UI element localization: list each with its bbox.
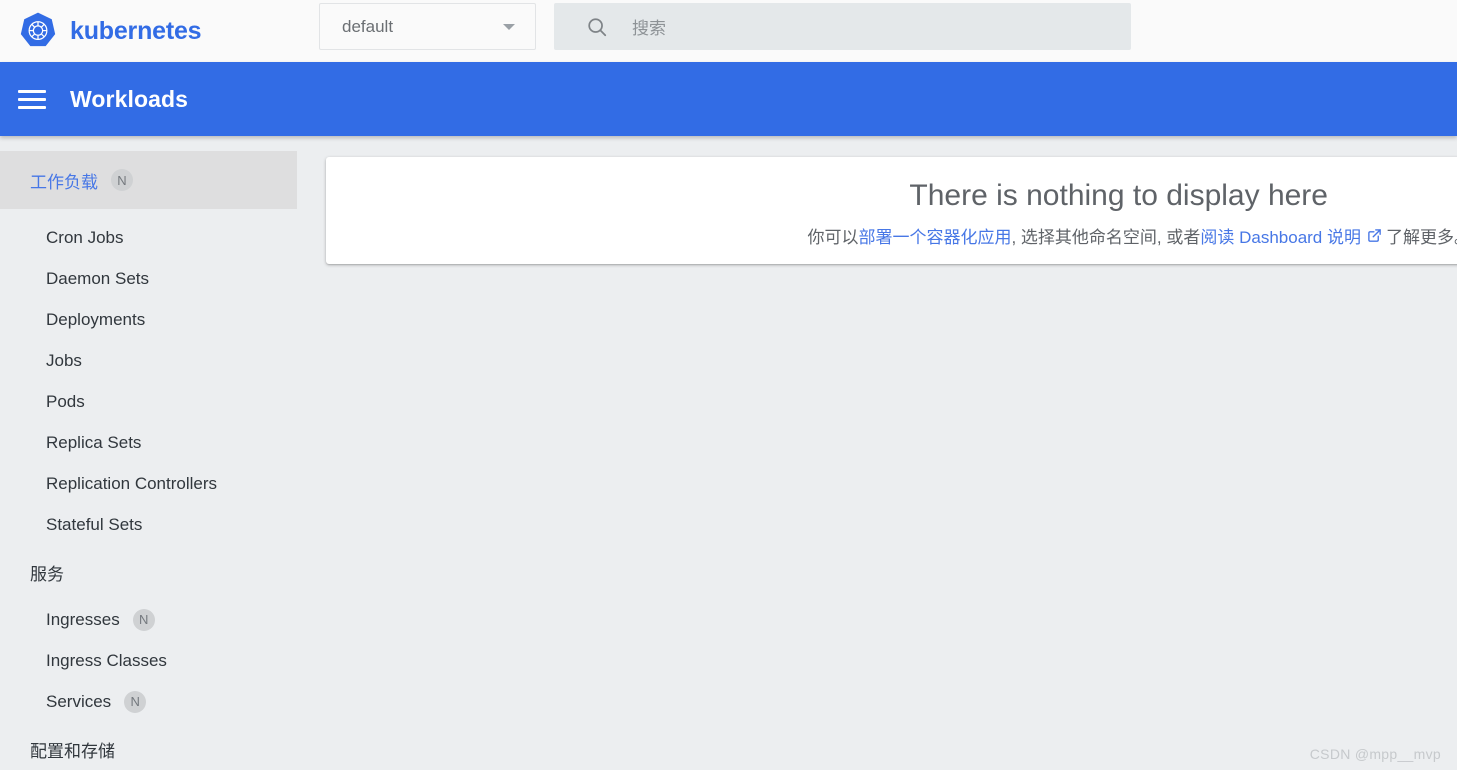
main-content: There is nothing to display here 你可以 部署一… (312, 136, 1457, 770)
brand-logo-area[interactable]: kubernetes (18, 11, 300, 51)
sidebar-item-cron-jobs[interactable]: Cron Jobs (0, 217, 312, 258)
sidebar-item-label: Pods (46, 391, 85, 411)
search-input[interactable]: 搜索 (632, 14, 666, 39)
sidebar-section-label: 服务 (30, 564, 64, 584)
sidebar-section-label: 配置和存储 (30, 741, 115, 761)
read-dashboard-docs-link[interactable]: 阅读 Dashboard 说明 (1200, 223, 1361, 248)
empty-state-middle-text: , 选择其他命名空间, 或者 (1011, 228, 1201, 247)
namespaced-badge: N (132, 608, 155, 631)
empty-state-card: There is nothing to display here 你可以 部署一… (326, 157, 1457, 264)
hamburger-menu-icon[interactable] (18, 89, 46, 109)
sidebar-item-stateful-sets[interactable]: Stateful Sets (0, 504, 312, 545)
sidebar-item-label: Ingresses (46, 609, 120, 629)
empty-state-title: There is nothing to display here (909, 179, 1328, 212)
sidebar-item-label: Stateful Sets (46, 514, 143, 534)
namespace-select[interactable]: default (319, 3, 536, 50)
sidebar-nav: 工作负载 N Cron Jobs Daemon Sets Deployments… (0, 136, 312, 770)
sidebar-item-label: Services (46, 691, 112, 711)
kubernetes-helm-wheel-icon (20, 12, 56, 47)
sidebar-item-label: Jobs (46, 350, 82, 370)
sidebar-section-service: 服务 (0, 545, 312, 599)
sidebar-item-daemon-sets[interactable]: Daemon Sets (0, 258, 312, 299)
sidebar-item-pods[interactable]: Pods (0, 381, 312, 422)
top-toolbar: kubernetes default 搜索 (0, 0, 1457, 62)
sidebar-item-replica-sets[interactable]: Replica Sets (0, 422, 312, 463)
chevron-down-icon (503, 23, 515, 30)
sidebar-section-config-and-storage: 配置和存储 (0, 722, 312, 770)
sidebar-item-replication-controllers[interactable]: Replication Controllers (0, 463, 312, 504)
sidebar-item-workloads[interactable]: 工作负载 N (0, 151, 297, 209)
empty-state-prefix-text: 你可以 (807, 228, 859, 247)
sidebar-item-deployments[interactable]: Deployments (0, 299, 312, 340)
search-icon (588, 17, 607, 36)
sidebar-item-label: Deployments (46, 309, 146, 329)
search-box[interactable]: 搜索 (554, 3, 1131, 50)
deploy-containerized-app-link[interactable]: 部署一个容器化应用 (858, 223, 1011, 248)
sidebar-item-label: Daemon Sets (46, 268, 149, 288)
sidebar-item-label: Replica Sets (46, 432, 142, 452)
page-title: Workloads (70, 85, 189, 112)
sidebar-item-label: Replication Controllers (46, 473, 218, 493)
sidebar-item-jobs[interactable]: Jobs (0, 340, 312, 381)
empty-state-suffix-text: 了解更多。 (1386, 228, 1457, 247)
brand-name: kubernetes (70, 16, 202, 45)
namespaced-badge: N (111, 169, 133, 191)
empty-state-description: 你可以 部署一个容器化应用, 选择其他命名空间, 或者 阅读 Dashboard… (807, 223, 1457, 248)
external-link-icon[interactable] (1367, 228, 1382, 243)
app-bar: Workloads (0, 62, 1457, 136)
sidebar-item-label: Ingress Classes (46, 650, 167, 670)
sidebar-item-services[interactable]: Services N (0, 681, 312, 722)
sidebar-item-label: 工作负载 (30, 172, 98, 192)
namespaced-badge: N (124, 690, 147, 713)
sidebar-item-ingresses[interactable]: Ingresses N (0, 599, 312, 640)
sidebar-item-label: Cron Jobs (46, 227, 124, 247)
namespace-selected-value: default (342, 16, 394, 36)
sidebar-item-ingress-classes[interactable]: Ingress Classes (0, 640, 312, 681)
